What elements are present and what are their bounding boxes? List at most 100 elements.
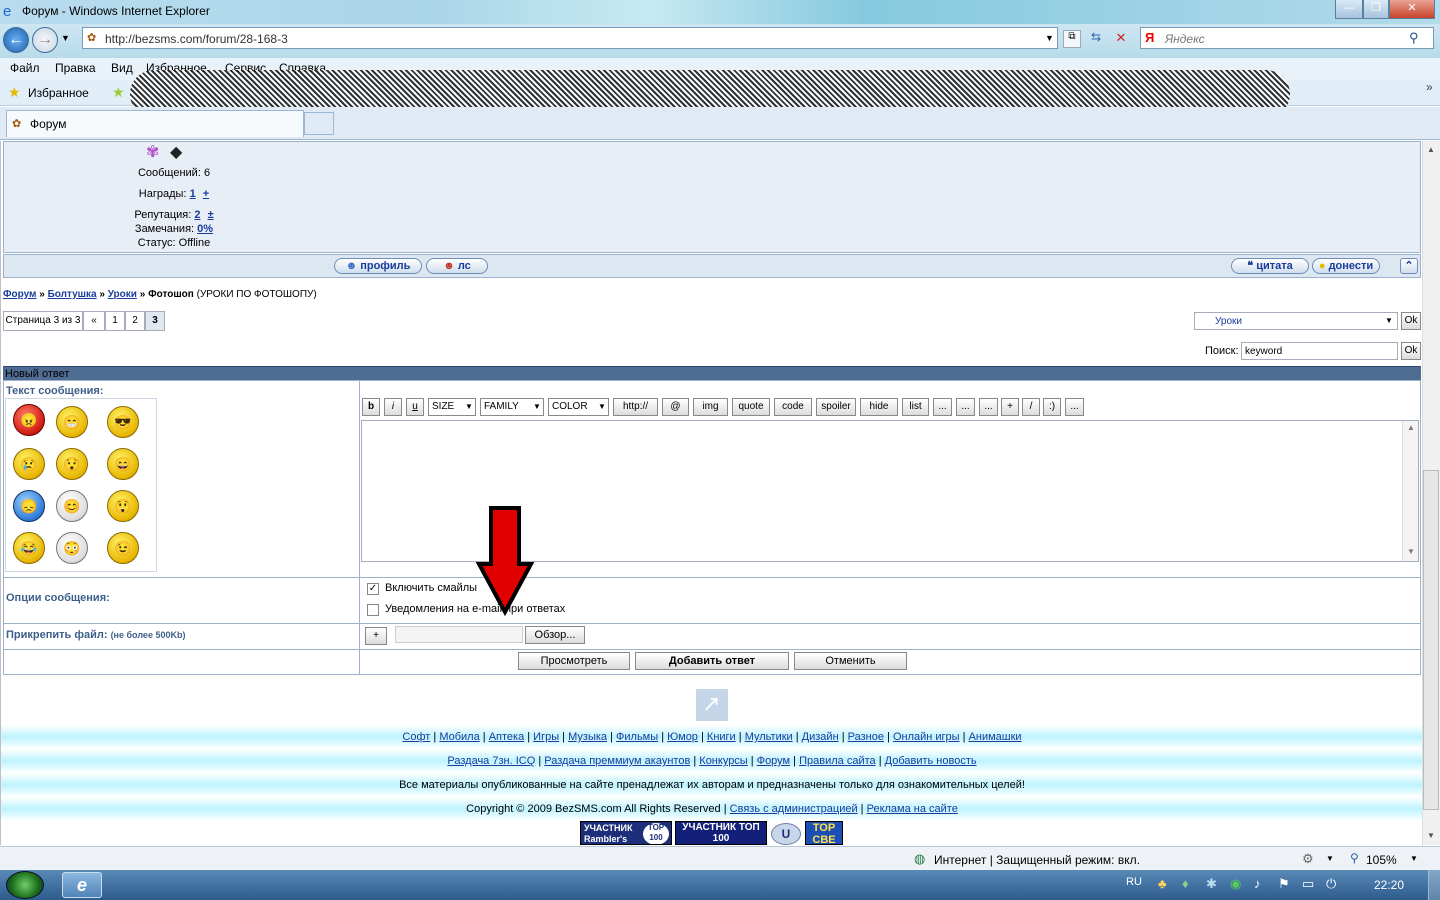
list-tag-button[interactable]: list bbox=[902, 398, 929, 416]
page-scroll-down-icon[interactable]: ▼ bbox=[1427, 831, 1435, 840]
footer-link-pharmacy[interactable]: Аптека bbox=[489, 731, 525, 743]
popup-blocker-icon[interactable]: ⚙ bbox=[1302, 851, 1314, 867]
tag-button-extra-4[interactable]: ... bbox=[1065, 398, 1084, 416]
report-button[interactable]: ● донести bbox=[1312, 258, 1380, 274]
footer-link-cartoons[interactable]: Мультики bbox=[745, 731, 793, 743]
footer-link-icq[interactable]: Раздача 7зн. ICQ bbox=[447, 755, 535, 767]
email-notify-checkbox[interactable] bbox=[367, 604, 379, 616]
breadcrumb-lessons[interactable]: Уроки bbox=[108, 289, 137, 300]
footer-link-add-news[interactable]: Добавить новость bbox=[885, 755, 977, 767]
tray-bluetooth-icon[interactable]: ✱ bbox=[1206, 876, 1217, 892]
tag-button-extra-1[interactable]: ... bbox=[933, 398, 952, 416]
favorites-button[interactable]: Избранное bbox=[28, 86, 89, 100]
breadcrumb-chat[interactable]: Болтушка bbox=[48, 289, 97, 300]
topcbe-badge[interactable]: TOP CBE bbox=[805, 821, 843, 845]
browse-button[interactable]: Обзор... bbox=[525, 626, 585, 644]
show-desktop-button[interactable] bbox=[1428, 870, 1440, 900]
footer-link-soft[interactable]: Софт bbox=[402, 731, 430, 743]
smile-sad-icon[interactable]: 😞 bbox=[13, 490, 45, 522]
quote-button[interactable]: ❝ цитата bbox=[1231, 258, 1309, 274]
smile-shock-icon[interactable]: 😲 bbox=[107, 490, 139, 522]
scroll-down-icon[interactable]: ▼ bbox=[1407, 547, 1415, 556]
search-field[interactable]: Я Яндекс ⚲ bbox=[1140, 27, 1434, 49]
tray-power-icon[interactable]: ⏻ bbox=[1326, 876, 1336, 892]
footer-link-misc[interactable]: Разное bbox=[848, 731, 884, 743]
font-family-select[interactable]: FAMILY ▼ bbox=[480, 398, 544, 416]
maximize-button[interactable]: ❐ bbox=[1363, 0, 1389, 19]
footer-link-ads[interactable]: Реклама на сайте bbox=[867, 803, 958, 815]
quote-tag-button[interactable]: quote bbox=[732, 398, 770, 416]
forum-search-ok-button[interactable]: Ok bbox=[1401, 342, 1421, 360]
start-button[interactable] bbox=[6, 871, 44, 899]
page-scroll-up-icon[interactable]: ▲ bbox=[1427, 145, 1435, 154]
pager-prev[interactable]: « bbox=[83, 311, 105, 331]
spoiler-tag-button[interactable]: spoiler bbox=[816, 398, 856, 416]
footer-link-films[interactable]: Фильмы bbox=[616, 731, 658, 743]
back-button[interactable]: ← bbox=[3, 27, 29, 53]
tag-button-extra-3[interactable]: ... bbox=[979, 398, 998, 416]
breadcrumb-forum[interactable]: Форум bbox=[3, 289, 36, 300]
footer-link-humor[interactable]: Юмор bbox=[667, 731, 698, 743]
enable-smilies-checkbox[interactable]: ✓ bbox=[367, 583, 379, 595]
search-icon[interactable]: ⚲ bbox=[1409, 30, 1419, 46]
menu-file[interactable]: Файл bbox=[10, 61, 40, 75]
scroll-top-icon[interactable]: ⌃ bbox=[1400, 258, 1418, 274]
textarea-scrollbar[interactable]: ▲ ▼ bbox=[1402, 421, 1418, 561]
bold-button[interactable]: b bbox=[362, 398, 380, 416]
profile-button[interactable]: ☻ профиль bbox=[334, 258, 422, 274]
smile-cool-icon[interactable]: 😎 bbox=[107, 406, 139, 438]
tag-button-smile[interactable]: :) bbox=[1043, 398, 1061, 416]
warnings-link[interactable]: 0% bbox=[197, 223, 213, 235]
menu-view[interactable]: Вид bbox=[111, 61, 133, 75]
popup-dropdown-icon[interactable]: ▼ bbox=[1326, 854, 1334, 863]
footer-link-music[interactable]: Музыка bbox=[568, 731, 607, 743]
url-field[interactable]: ✿ http://bezsms.com/forum/28-168-3 ▼ bbox=[82, 27, 1058, 49]
footer-link-rules[interactable]: Правила сайта bbox=[799, 755, 876, 767]
close-window-button[interactable]: ✕ bbox=[1389, 0, 1435, 19]
page-scroll-thumb[interactable] bbox=[1423, 470, 1439, 810]
preview-button[interactable]: Просмотреть bbox=[518, 652, 630, 670]
forum-search-input[interactable]: keyword bbox=[1241, 342, 1398, 360]
footer-link-forum[interactable]: Форум bbox=[757, 755, 790, 767]
tray-antivirus-icon[interactable]: ◉ bbox=[1230, 876, 1241, 892]
history-dropdown-icon[interactable]: ▼ bbox=[61, 33, 70, 43]
tray-network-icon[interactable]: ♣ bbox=[1158, 876, 1167, 891]
tray-update-icon[interactable]: ♦ bbox=[1182, 876, 1189, 891]
tray-volume-icon[interactable]: ♪ bbox=[1254, 876, 1261, 891]
img-tag-button[interactable]: img bbox=[693, 398, 728, 416]
minimize-button[interactable]: — bbox=[1335, 0, 1363, 19]
footer-link-contests[interactable]: Конкурсы bbox=[699, 755, 747, 767]
code-tag-button[interactable]: code bbox=[774, 398, 812, 416]
u-counter-icon[interactable]: U bbox=[771, 823, 801, 845]
footer-link-design[interactable]: Дизайн bbox=[802, 731, 839, 743]
smile-rofl-icon[interactable]: 😂 bbox=[13, 532, 45, 564]
awards-link[interactable]: 1 bbox=[190, 188, 196, 200]
reputation-link[interactable]: 2 bbox=[194, 209, 200, 221]
tray-flag-icon[interactable]: ⚑ bbox=[1278, 876, 1290, 892]
size-select[interactable]: SIZE ▼ bbox=[428, 398, 476, 416]
italic-button[interactable]: i bbox=[384, 398, 402, 416]
smile-cry-icon[interactable]: 😢 bbox=[13, 448, 45, 480]
top100-badge[interactable]: УЧАСТНИК ТОП 100 bbox=[675, 821, 767, 845]
smile-wink-icon[interactable]: 😉 bbox=[107, 532, 139, 564]
awards-add-link[interactable]: + bbox=[203, 188, 209, 200]
footer-link-animations[interactable]: Анимашки bbox=[969, 731, 1022, 743]
smile-grin-icon[interactable]: 😁 bbox=[56, 406, 88, 438]
footer-link-books[interactable]: Книги bbox=[707, 731, 736, 743]
private-message-button[interactable]: ☻ лс bbox=[426, 258, 488, 274]
forward-button[interactable]: → bbox=[32, 27, 58, 53]
smile-laugh-icon[interactable]: 😄 bbox=[107, 448, 139, 480]
language-indicator[interactable]: RU bbox=[1126, 876, 1142, 888]
scroll-up-icon[interactable]: ▲ bbox=[1407, 423, 1415, 432]
tag-button-extra-2[interactable]: ... bbox=[956, 398, 975, 416]
tab-forum[interactable]: ✿ Форум bbox=[6, 110, 304, 137]
email-tag-button[interactable]: @ bbox=[662, 398, 689, 416]
refresh-icon[interactable]: ⇆ bbox=[1087, 30, 1105, 48]
pager-page-2[interactable]: 2 bbox=[125, 311, 145, 331]
footer-link-contact[interactable]: Связь с администрацией bbox=[730, 803, 858, 815]
smile-surprised-icon[interactable]: 😯 bbox=[56, 448, 88, 480]
add-attachment-button[interactable]: + bbox=[365, 627, 387, 645]
menu-edit[interactable]: Правка bbox=[55, 61, 96, 75]
footer-link-online-games[interactable]: Онлайн игры bbox=[893, 731, 960, 743]
footer-link-mobile[interactable]: Мобила bbox=[439, 731, 479, 743]
